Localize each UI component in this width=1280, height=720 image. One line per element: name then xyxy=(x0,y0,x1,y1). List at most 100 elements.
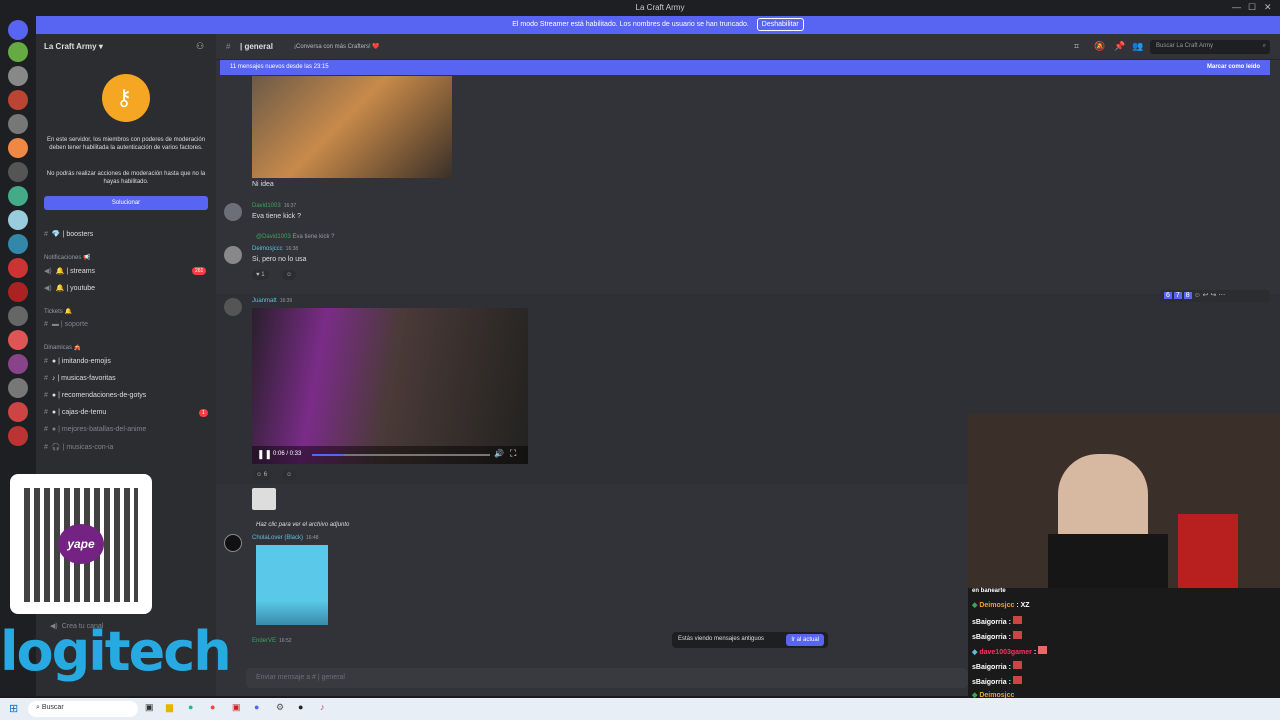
sidebar-item-boosters[interactable]: # 💎 | boosters xyxy=(44,230,93,246)
window-title: La Craft Army xyxy=(635,3,685,12)
server-icon[interactable] xyxy=(8,258,28,278)
pause-icon[interactable]: ❚❚ xyxy=(257,449,272,460)
server-icon[interactable] xyxy=(8,330,28,350)
task-view-icon[interactable]: ▣ xyxy=(145,702,154,713)
avatar[interactable] xyxy=(224,534,242,552)
add-reaction-icon[interactable]: ☺ xyxy=(282,270,297,280)
server-icon[interactable] xyxy=(8,234,28,254)
app-icon[interactable]: ● xyxy=(188,702,193,712)
sidebar-item-musicas-favoritas[interactable]: # ♪ | musicas-favoritas xyxy=(44,375,116,391)
search-icon: ⌕ xyxy=(1262,43,1266,49)
taskbar-search[interactable]: ⌕ Buscar xyxy=(28,701,138,717)
server-icon[interactable] xyxy=(8,114,28,134)
pin-icon[interactable]: 📌 xyxy=(1114,41,1125,52)
cat-image[interactable] xyxy=(252,76,452,178)
title-bar: La Craft Army — ☐ ✕ xyxy=(0,0,1280,16)
hash-icon: # xyxy=(226,42,231,51)
discord-icon[interactable]: ● xyxy=(254,702,259,712)
video-player[interactable] xyxy=(252,308,528,464)
yape-qr-code: yape xyxy=(10,474,152,614)
server-icon[interactable] xyxy=(8,306,28,326)
home-icon[interactable] xyxy=(8,20,28,40)
maximize-icon[interactable]: ☐ xyxy=(1248,2,1256,13)
username[interactable]: David1003 xyxy=(252,203,281,209)
username[interactable]: EnderVE xyxy=(252,638,276,644)
channel-name: | general xyxy=(240,42,273,51)
chat-header: en banearte xyxy=(972,588,1006,594)
server-name[interactable]: La Craft Army ▾ xyxy=(44,42,103,51)
channel-topic[interactable]: ¡Conversa con más Crafters! ❤️ xyxy=(294,43,380,50)
avatar[interactable] xyxy=(224,298,242,316)
members-icon[interactable]: 👥 xyxy=(1132,41,1143,52)
obs-icon[interactable]: ● xyxy=(298,702,303,712)
username[interactable]: Juanmatt xyxy=(252,298,277,304)
server-icon[interactable] xyxy=(8,90,28,110)
key-glyph-icon: ⚷ xyxy=(116,85,133,110)
add-reaction-icon[interactable]: ☺ xyxy=(282,470,297,480)
mfa-notice: En este servidor, los miembros con poder… xyxy=(46,137,206,151)
sidebar-item-musicas-con-ia[interactable]: # 🎧 | musicas-con-ia xyxy=(44,443,113,459)
username[interactable]: Deimosjccc xyxy=(252,246,283,252)
reaction[interactable]: ♥ 1 xyxy=(252,270,269,280)
server-icon[interactable] xyxy=(8,354,28,374)
sticker-image[interactable] xyxy=(252,488,276,510)
jump-present-button[interactable]: Ir al actual xyxy=(786,634,824,646)
disable-streamer-button[interactable]: Deshabilitar xyxy=(756,18,804,31)
server-icon[interactable] xyxy=(8,42,28,62)
sidebar-item-cajas-de-temu[interactable]: # ● | cajas-de-temu xyxy=(44,409,106,425)
server-icon[interactable] xyxy=(8,162,28,182)
avatar[interactable] xyxy=(224,203,242,221)
mfa-notice-2: No podrás realizar acciones de moderació… xyxy=(46,171,206,185)
sidebar-item-imitando-emojis[interactable]: # ● | imitando-emojis xyxy=(44,358,111,374)
sidebar-item-mejores-batallas[interactable]: # ● | mejores-batallas-del-anime xyxy=(44,426,146,442)
category-notificaciones[interactable]: Notificaciones 📢 xyxy=(44,254,91,261)
browser-icon[interactable]: ● xyxy=(210,702,215,712)
logitech-logo: logitech xyxy=(0,620,232,683)
category-tickets[interactable]: Tickets 🔔 xyxy=(44,308,72,315)
minimize-icon[interactable]: — xyxy=(1232,2,1241,12)
add-member-icon[interactable]: ⚇ xyxy=(196,41,204,52)
server-icon[interactable] xyxy=(8,426,28,446)
avatar[interactable] xyxy=(224,246,242,264)
fullscreen-icon[interactable]: ⛶ xyxy=(510,448,516,459)
category-dinamicas[interactable]: Dinamicas 🎪 xyxy=(44,344,81,351)
threads-icon[interactable]: ⌗ xyxy=(1074,41,1079,52)
reply-text[interactable]: Eva tiene kick ? xyxy=(292,234,334,240)
reply-mention[interactable]: @David1003 xyxy=(256,234,291,240)
windows-start-icon[interactable]: ⊞ xyxy=(9,702,18,715)
search-icon: ⌕ xyxy=(36,704,40,711)
server-icon[interactable] xyxy=(8,402,28,422)
attached-image[interactable] xyxy=(256,545,328,625)
chat-row: sBaigorria : xyxy=(972,631,1022,641)
settings-icon[interactable]: ⚙ xyxy=(276,702,284,713)
reaction[interactable]: ☺ 6 xyxy=(252,470,272,480)
server-icon[interactable] xyxy=(8,186,28,206)
sidebar-item-recomendaciones[interactable]: # ● | recomendaciones-de-gotys xyxy=(44,392,146,408)
tiktok-icon[interactable]: ♪ xyxy=(320,702,325,712)
volume-icon[interactable]: 🔊 xyxy=(494,449,504,458)
streamer-banner-text: El modo Streamer está habilitado. Los no… xyxy=(512,21,749,28)
close-icon[interactable]: ✕ xyxy=(1264,2,1272,13)
server-icon[interactable] xyxy=(8,138,28,158)
search-input[interactable]: Buscar La Craft Army ⌕ xyxy=(1150,40,1270,54)
file-explorer-icon[interactable]: ▆ xyxy=(166,702,173,713)
message-actions[interactable]: 6 7 8 ☺ ↩ ↪ ⋯ xyxy=(1160,290,1270,302)
app-icon[interactable]: ▣ xyxy=(232,702,241,713)
server-icon[interactable] xyxy=(8,282,28,302)
mark-read-button[interactable]: Marcar como leído xyxy=(1207,64,1260,70)
sidebar-item-youtube[interactable]: ◀) 🔔 | youtube xyxy=(44,284,95,300)
username[interactable]: CholaLover (Black) xyxy=(252,535,303,541)
message-composer[interactable]: Enviar mensaje a # | general xyxy=(246,668,968,688)
notifications-icon[interactable]: 🔕 xyxy=(1094,41,1105,52)
server-icon[interactable] xyxy=(8,210,28,230)
flag xyxy=(1178,514,1238,590)
message-text: Si, pero no lo usa xyxy=(252,256,307,263)
new-messages-bar[interactable]: 11 mensajes nuevos desde las 23:15 Marca… xyxy=(220,60,1270,75)
sidebar-item-soporte[interactable]: # ▬ | soporte xyxy=(44,321,88,337)
reply-text[interactable]: Haz clic para ver el archivo adjunto xyxy=(256,522,349,528)
sidebar-item-streams[interactable]: ◀) 🔔 | streams xyxy=(44,267,95,283)
timestamp: 16:38 xyxy=(285,246,299,252)
fix-button[interactable]: Solucionar xyxy=(44,196,208,210)
server-icon[interactable] xyxy=(8,378,28,398)
server-icon[interactable] xyxy=(8,66,28,86)
